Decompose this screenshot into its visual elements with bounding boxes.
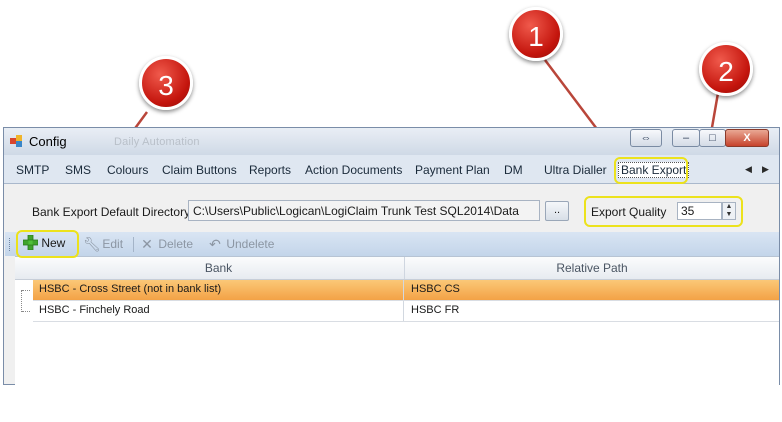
directory-field[interactable]: C:\Users\Public\Logican\LogiClaim Trunk … — [188, 200, 540, 221]
bank-cell: HSBC - Cross Street (not in bank list) — [39, 283, 222, 295]
callout-marker-3: 3 — [139, 56, 193, 110]
row-tree-lines — [21, 290, 32, 312]
tab-smtp[interactable]: SMTP — [16, 163, 49, 177]
window-title: Config — [29, 134, 67, 149]
undelete-button[interactable]: ↶ Undelete — [207, 236, 274, 252]
close-button[interactable]: X — [725, 129, 769, 147]
browse-button[interactable]: .. — [545, 201, 569, 221]
delete-button[interactable]: ✕ Delete — [139, 236, 193, 252]
tab-dm[interactable]: DM — [504, 163, 523, 177]
undelete-button-label: Undelete — [226, 237, 275, 251]
tab-scroll-left-icon[interactable]: ◀ — [745, 164, 752, 175]
highlight-new-button — [16, 230, 79, 258]
maximize-button[interactable]: □ — [699, 129, 726, 147]
tab-scroll-right-icon[interactable]: ▶ — [762, 164, 769, 175]
relative-path-cell: HSBC CS — [411, 283, 460, 295]
grid-toolbar: New 🔧︎ Edit ✕ Delete ↶ Undelete — [5, 232, 779, 256]
tab-action-documents[interactable]: Action Documents — [305, 163, 402, 177]
table-row[interactable]: HSBC - Cross Street (not in bank list) H… — [33, 280, 779, 301]
minimize-button[interactable]: – — [672, 129, 700, 147]
column-header-relative-path[interactable]: Relative Path — [405, 261, 779, 275]
background-window-title: Daily Automation — [114, 136, 200, 148]
tab-reports[interactable]: Reports — [249, 163, 291, 177]
tab-ultra-dialler[interactable]: Ultra Dialler — [544, 163, 607, 177]
table-row[interactable]: HSBC - Finchely Road HSBC FR — [33, 301, 779, 322]
highlight-export-quality — [584, 196, 743, 227]
directory-label: Bank Export Default Directory — [32, 205, 191, 219]
delete-button-label: Delete — [158, 237, 194, 251]
tab-claim-buttons[interactable]: Claim Buttons — [162, 163, 237, 177]
toolbar-separator — [133, 237, 134, 252]
callout-marker-2: 2 — [699, 42, 753, 96]
x-icon: ✕ — [141, 236, 153, 252]
highlight-bank-export-tab — [614, 157, 688, 184]
bank-cell: HSBC - Finchely Road — [39, 304, 150, 316]
undo-arrow-icon: ↶ — [209, 236, 221, 252]
bank-grid: Bank Relative Path HSBC - Cross Street (… — [15, 256, 779, 385]
callout-marker-1: 1 — [509, 7, 563, 61]
edit-button-label: Edit — [102, 237, 124, 251]
grid-header: Bank Relative Path — [15, 257, 779, 280]
resize-button[interactable]: ⇔ — [630, 129, 662, 147]
wrench-icon: 🔧︎ — [83, 236, 101, 252]
relative-path-cell: HSBC FR — [411, 304, 460, 316]
tab-colours[interactable]: Colours — [107, 163, 148, 177]
tab-payment-plan[interactable]: Payment Plan — [415, 163, 490, 177]
title-bar[interactable]: Config Daily Automation ⇔ – □ X — [4, 128, 779, 155]
app-icon — [10, 135, 22, 147]
column-header-bank[interactable]: Bank — [33, 261, 404, 275]
edit-button[interactable]: 🔧︎ Edit — [83, 236, 123, 252]
tab-sms[interactable]: SMS — [65, 163, 91, 177]
toolbar-grip[interactable] — [9, 238, 13, 251]
